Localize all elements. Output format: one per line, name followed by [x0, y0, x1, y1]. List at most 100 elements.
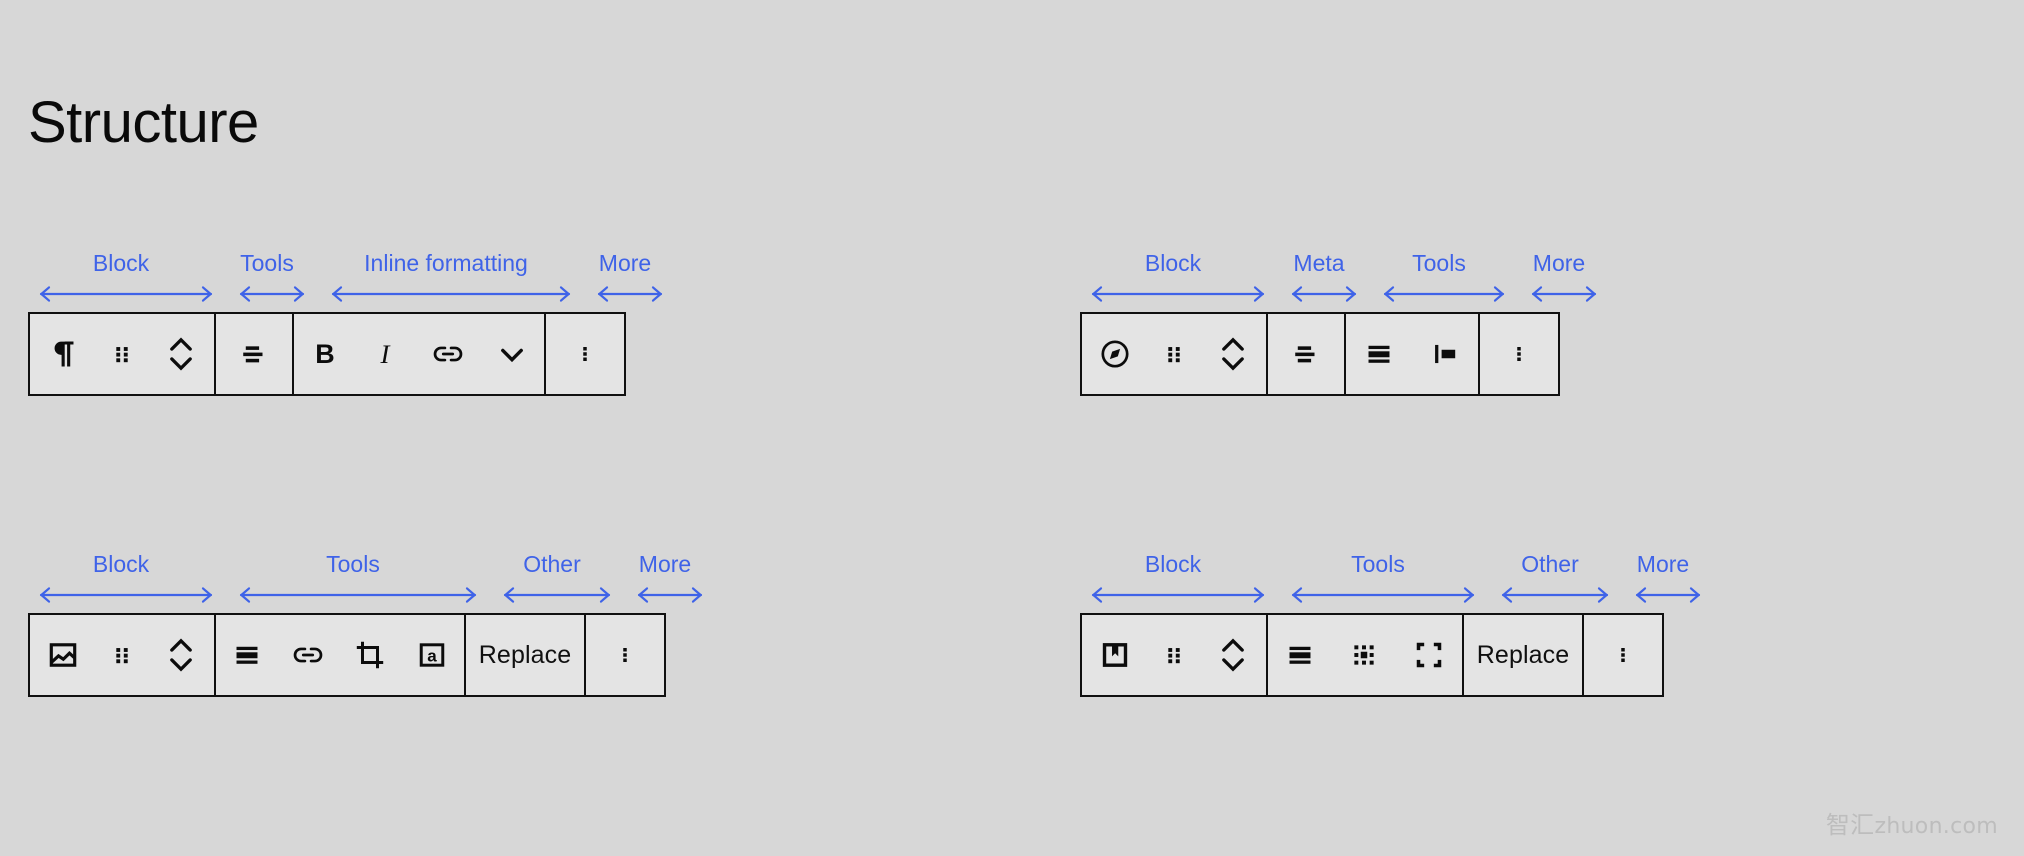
annotation-tools: Tools — [1372, 250, 1506, 312]
annotation-double-arrow-icon — [1280, 585, 1476, 605]
align-icon[interactable] — [216, 314, 292, 394]
crop-icon[interactable] — [339, 615, 401, 695]
watermark-cn: 智汇 — [1825, 811, 1875, 839]
annotation-double-arrow-icon — [28, 585, 214, 605]
annotation-label: More — [598, 250, 652, 276]
block-toolbar[interactable] — [1080, 312, 1560, 396]
replace-button[interactable]: Replace — [1464, 615, 1582, 695]
toolbar-section-meta — [1268, 314, 1346, 394]
annotation-block: Block — [1080, 551, 1266, 613]
annotation-inline-formatting: Inline formatting — [320, 250, 572, 312]
annotation-tools: Tools — [228, 250, 306, 312]
image-icon[interactable] — [32, 615, 94, 695]
annotation-double-arrow-icon — [626, 585, 704, 605]
kebab-menu-icon[interactable] — [546, 314, 624, 394]
wide-width-icon[interactable] — [1268, 615, 1331, 695]
annotation-double-arrow-icon — [1372, 284, 1506, 304]
annotation-double-arrow-icon — [1624, 585, 1702, 605]
link-icon[interactable] — [278, 615, 340, 695]
annotation-block: Block — [28, 250, 214, 312]
annotation-label: Tools — [1412, 250, 1466, 276]
annotation-other: Other — [1490, 551, 1610, 613]
block-toolbar[interactable]: a Replace — [28, 613, 666, 697]
diagram-paragraph-toolbar: Block Tools Inline formatting More B I — [28, 250, 663, 396]
kebab-menu-icon[interactable] — [586, 615, 664, 695]
toolbar-section-inline-formatting: BI — [294, 314, 546, 394]
annotation-label: Block — [1144, 551, 1202, 577]
annotation-label: Tools — [240, 250, 294, 276]
annotation-meta: Meta — [1280, 250, 1358, 312]
move-updown-icon[interactable] — [150, 314, 212, 394]
drag-handle-icon[interactable] — [94, 615, 150, 695]
annotation-double-arrow-icon — [1520, 284, 1598, 304]
annotation-tools: Tools — [1280, 551, 1476, 613]
annotation-row: Block Tools Inline formatting More — [28, 250, 663, 312]
annotation-double-arrow-icon — [228, 284, 306, 304]
annotation-label: Tools — [1351, 551, 1405, 577]
annotation-tools: Tools — [228, 551, 478, 613]
drag-handle-icon[interactable] — [1146, 314, 1202, 394]
page-title: Structure — [28, 89, 259, 155]
annotation-double-arrow-icon — [28, 284, 214, 304]
align-icon[interactable] — [1268, 314, 1344, 394]
annotation-more: More — [1624, 551, 1702, 613]
move-updown-icon[interactable] — [1202, 314, 1264, 394]
annotation-more: More — [1520, 250, 1598, 312]
annotation-label: Inline formatting — [364, 250, 528, 276]
move-updown-icon[interactable] — [1202, 615, 1264, 695]
annotation-label: Tools — [326, 551, 380, 577]
paragraph-icon[interactable] — [32, 314, 94, 394]
annotation-block: Block — [1080, 250, 1266, 312]
annotation-row: Block Tools Other More — [28, 551, 703, 613]
annotation-label: More — [1636, 551, 1690, 577]
annotation-more: More — [586, 250, 664, 312]
drag-handle-icon[interactable] — [1146, 615, 1202, 695]
annotation-other: Other — [492, 551, 612, 613]
alt-text-icon[interactable]: a — [401, 615, 464, 695]
compass-icon[interactable] — [1084, 314, 1146, 394]
annotation-label: More — [638, 551, 692, 577]
toolbar-section-more — [1480, 314, 1558, 394]
kebab-menu-icon[interactable] — [1584, 615, 1662, 695]
svg-text:I: I — [380, 339, 392, 369]
toolbar-section-block — [1082, 314, 1268, 394]
annotation-label: Other — [523, 551, 581, 577]
kebab-menu-icon[interactable] — [1480, 314, 1558, 394]
watermark: 智汇zhuon.com — [1826, 805, 1998, 840]
diagram-image-toolbar: Block Tools Other More a Replace — [28, 551, 703, 697]
toolbar-section-tools — [1268, 615, 1464, 695]
annotation-label: Other — [1521, 551, 1579, 577]
drag-handle-icon[interactable] — [94, 314, 150, 394]
italic-icon[interactable]: I — [356, 314, 416, 394]
diagram-cover-toolbar: Block Tools Other More Replace — [1080, 551, 1701, 697]
watermark-latin: zhuon.com — [1874, 814, 1998, 839]
move-updown-icon[interactable] — [150, 615, 212, 695]
annotation-block: Block — [28, 551, 214, 613]
annotation-row: Block Meta Tools More — [1080, 250, 1597, 312]
fullscreen-icon[interactable] — [1397, 615, 1462, 695]
toolbar-section-more — [1584, 615, 1662, 695]
annotation-double-arrow-icon — [586, 284, 664, 304]
annotation-double-arrow-icon — [320, 284, 572, 304]
block-toolbar[interactable]: BI — [28, 312, 626, 396]
toolbar-section-block — [30, 314, 216, 394]
book-icon[interactable] — [1084, 615, 1146, 695]
align-left-block-icon[interactable] — [1413, 314, 1478, 394]
replace-button[interactable]: Replace — [466, 615, 584, 695]
wide-width-icon[interactable] — [216, 615, 278, 695]
wide-width-icon[interactable] — [1346, 314, 1413, 394]
toolbar-section-block — [1082, 615, 1268, 695]
chevron-down-icon[interactable] — [481, 314, 544, 394]
block-toolbar[interactable]: Replace — [1080, 613, 1664, 697]
dot-grid-icon[interactable] — [1331, 615, 1396, 695]
toolbar-section-block — [30, 615, 216, 695]
svg-text:B: B — [315, 339, 334, 369]
diagram-navigation-toolbar: Block Meta Tools More — [1080, 250, 1597, 396]
toolbar-section-other: Replace — [466, 615, 586, 695]
annotation-double-arrow-icon — [492, 585, 612, 605]
link-icon[interactable] — [415, 314, 480, 394]
annotation-double-arrow-icon — [1280, 284, 1358, 304]
svg-text:a: a — [428, 647, 438, 666]
annotation-double-arrow-icon — [1080, 585, 1266, 605]
bold-icon[interactable]: B — [294, 314, 356, 394]
